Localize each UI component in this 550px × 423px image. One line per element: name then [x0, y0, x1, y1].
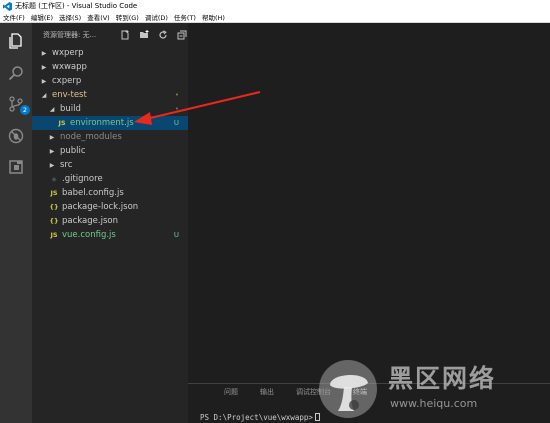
- menu-file[interactable]: 文件(F): [0, 12, 28, 22]
- chevron-right-icon: ▶: [49, 161, 55, 169]
- search-button[interactable]: [4, 61, 28, 85]
- collapse-all-button[interactable]: [175, 28, 188, 42]
- tab-output[interactable]: 输出: [260, 387, 274, 397]
- chevron-right-icon: ▶: [41, 49, 47, 57]
- menu-tasks[interactable]: 任务(T): [171, 12, 199, 22]
- chevron-right-icon: ▶: [41, 63, 47, 71]
- watermark-title: 黑区网络: [388, 364, 497, 393]
- title-bar: 无标题 (工作区) - Visual Studio Code: [0, 0, 550, 12]
- tree-item-public[interactable]: ▶ public: [32, 144, 188, 158]
- tree-item-gitignore[interactable]: ◆ .gitignore: [32, 172, 188, 186]
- search-icon: [8, 66, 23, 81]
- vscode-logo-icon: [3, 1, 12, 11]
- chevron-down-icon: ◢: [41, 91, 47, 99]
- explorer-sidebar: 资源管理器: 无... ▶ wxperp ▶ wxwapp ▶ cxperp ◢…: [32, 23, 188, 423]
- collapse-all-icon: [177, 30, 187, 40]
- explorer-title: 资源管理器: 无...: [43, 31, 97, 39]
- editor-area[interactable]: [188, 23, 550, 383]
- chevron-down-icon: ◢: [49, 105, 55, 113]
- json-file-icon: {}: [49, 203, 59, 211]
- scm-badge: 2: [20, 105, 30, 115]
- terminal-prompt[interactable]: PS D:\Project\vue\wxwapp>: [200, 413, 320, 422]
- no-bug-icon: [8, 128, 24, 144]
- git-file-icon: ◆: [51, 175, 57, 183]
- menu-goto[interactable]: 转到(G): [113, 12, 142, 22]
- tree-item-label: build: [60, 104, 81, 114]
- tree-item-src[interactable]: ▶ src: [32, 158, 188, 172]
- new-folder-icon: [139, 30, 149, 38]
- new-file-button[interactable]: [119, 28, 132, 42]
- tree-item-label: public: [60, 146, 86, 156]
- tree-item-label: package.json: [62, 216, 118, 226]
- tree-item-cxperp[interactable]: ▶ cxperp: [32, 74, 188, 88]
- tree-item-label: babel.config.js: [62, 188, 124, 198]
- terminal-prompt-text: PS D:\Project\vue\wxwapp>: [200, 413, 313, 422]
- tree-item-label: environment.js: [70, 118, 134, 128]
- tree-item-babel-config[interactable]: JS babel.config.js: [32, 186, 188, 200]
- js-file-icon: JS: [50, 231, 58, 239]
- json-file-icon: {}: [49, 217, 59, 225]
- mushroom-logo-icon: [319, 360, 377, 418]
- annotation-arrow-icon: [134, 91, 261, 125]
- tab-problems[interactable]: 问题: [224, 387, 238, 397]
- tree-item-label: wxwapp: [52, 62, 87, 72]
- untracked-status: U: [173, 231, 179, 239]
- tree-item-label: package-lock.json: [62, 202, 139, 212]
- chevron-right-icon: ▶: [41, 77, 47, 85]
- watermark-url: www.heiqu.com: [390, 397, 478, 410]
- menu-debug[interactable]: 调试(D): [142, 12, 171, 22]
- debug-button[interactable]: [4, 124, 28, 148]
- source-control-button[interactable]: 2: [4, 92, 30, 116]
- tree-item-label: src: [60, 160, 73, 170]
- chevron-right-icon: ▶: [49, 147, 55, 155]
- tree-item-package-json[interactable]: {} package.json: [32, 214, 188, 228]
- chevron-right-icon: ▶: [49, 133, 55, 141]
- tree-item-label: wxperp: [52, 48, 84, 58]
- menu-help[interactable]: 帮助(H): [199, 12, 228, 22]
- window-title: 无标题 (工作区) - Visual Studio Code: [15, 2, 138, 10]
- js-file-icon: JS: [50, 189, 58, 197]
- js-file-icon: JS: [58, 119, 66, 127]
- activity-bar: 2: [0, 23, 32, 423]
- new-file-icon: [121, 30, 129, 40]
- tree-item-wxwapp[interactable]: ▶ wxwapp: [32, 60, 188, 74]
- tree-item-node-modules[interactable]: ▶ node_modules: [32, 130, 188, 144]
- menu-view[interactable]: 查看(V): [84, 12, 113, 22]
- files-icon: [9, 33, 22, 49]
- tree-item-label: vue.config.js: [62, 230, 116, 240]
- refresh-button[interactable]: [156, 28, 169, 42]
- new-folder-button[interactable]: [138, 28, 151, 42]
- watermark: 黑区网络 www.heiqu.com: [316, 357, 548, 423]
- tree-item-label: env-test: [52, 90, 87, 100]
- tree-item-wxperp[interactable]: ▶ wxperp: [32, 46, 188, 60]
- menu-edit[interactable]: 编辑(E): [28, 12, 56, 22]
- menu-selection[interactable]: 选择(S): [56, 12, 84, 22]
- tree-item-package-lock[interactable]: {} package-lock.json: [32, 200, 188, 214]
- extensions-button[interactable]: [4, 155, 28, 179]
- refresh-icon: [159, 30, 167, 39]
- tree-item-vue-config[interactable]: JS vue.config.js U: [32, 228, 188, 242]
- explorer-button[interactable]: [4, 29, 28, 53]
- menu-bar: 文件(F) 编辑(E) 选择(S) 查看(V) 转到(G) 调试(D) 任务(T…: [0, 12, 550, 23]
- tree-item-label: .gitignore: [62, 174, 103, 184]
- tree-item-label: node_modules: [60, 132, 122, 142]
- extensions-icon: [9, 160, 23, 174]
- tree-item-label: cxperp: [52, 76, 82, 86]
- explorer-header: 资源管理器: 无...: [32, 23, 188, 47]
